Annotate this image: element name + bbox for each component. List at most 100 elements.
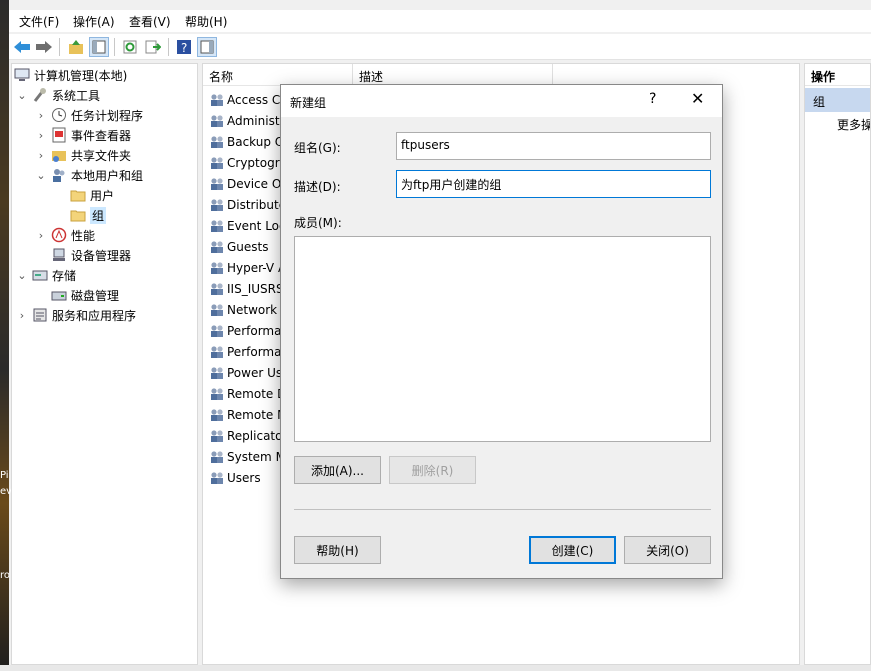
- tree-item-task-scheduler[interactable]: › 任务计划程序: [35, 105, 143, 125]
- help-icon[interactable]: ?: [174, 37, 194, 57]
- chevron-down-icon[interactable]: ⌄: [16, 269, 28, 282]
- desktop-background-strip: Pi ev ro: [0, 0, 12, 671]
- list-item[interactable]: Network: [209, 300, 277, 320]
- list-item[interactable]: Hyper-V A: [209, 258, 286, 278]
- tree-item-system-tools[interactable]: ⌄ 系统工具: [16, 85, 100, 105]
- chevron-right-icon[interactable]: ›: [35, 109, 47, 122]
- export-list-icon[interactable]: [143, 37, 163, 57]
- forward-arrow-icon[interactable]: [34, 37, 54, 57]
- chevron-down-icon[interactable]: ⌄: [35, 169, 47, 182]
- list-item[interactable]: Guests: [209, 237, 269, 257]
- members-list[interactable]: [294, 236, 711, 442]
- menu-file[interactable]: 文件(F): [19, 13, 59, 30]
- group-icon: [209, 428, 225, 444]
- create-button[interactable]: 创建(C): [529, 536, 616, 564]
- close-icon[interactable]: ✕: [691, 89, 704, 108]
- list-item-label: Remote D: [227, 387, 287, 401]
- list-item-label: Access Co: [227, 93, 288, 107]
- group-icon: [209, 365, 225, 381]
- tree-item-performance[interactable]: › 性能: [35, 225, 95, 245]
- remove-member-button[interactable]: 删除(R): [389, 456, 476, 484]
- group-icon: [209, 344, 225, 360]
- list-item[interactable]: IIS_IUSRS: [209, 279, 284, 299]
- tree-item-storage[interactable]: ⌄ 存储: [16, 265, 76, 285]
- group-icon: [209, 449, 225, 465]
- tree-item-computer-management[interactable]: 计算机管理(本地): [14, 65, 127, 85]
- dialog-divider: [294, 509, 711, 510]
- more-actions-link[interactable]: 更多操: [837, 116, 870, 133]
- column-header-description[interactable]: 描述: [353, 64, 553, 86]
- help-question-icon[interactable]: ?: [649, 91, 656, 107]
- group-icon: [209, 407, 225, 423]
- group-icon: [209, 470, 225, 486]
- list-item[interactable]: Remote M: [209, 405, 287, 425]
- tree-item-local-users-groups[interactable]: ⌄ 本地用户和组: [35, 165, 143, 185]
- list-item-label: Administr: [227, 114, 285, 128]
- list-item[interactable]: Cryptogra: [209, 153, 287, 173]
- tree-item-disk-management[interactable]: 磁盘管理: [51, 285, 119, 305]
- description-field[interactable]: 为ftp用户创建的组: [396, 170, 711, 198]
- menu-help[interactable]: 帮助(H): [185, 13, 227, 30]
- group-icon: [209, 386, 225, 402]
- group-name-field[interactable]: ftpusers: [396, 132, 711, 160]
- tree-item-device-manager[interactable]: 设备管理器: [51, 245, 131, 265]
- list-item[interactable]: Replicato: [209, 426, 282, 446]
- shared-folder-icon: [51, 147, 67, 163]
- list-item[interactable]: Distribute: [209, 195, 286, 215]
- navigation-tree: 计算机管理(本地) ⌄ 系统工具 › 任务计划程序 › 事件查看器 › 共享文件…: [11, 63, 198, 665]
- list-item[interactable]: Performa: [209, 321, 281, 341]
- list-item[interactable]: Access Co: [209, 90, 288, 110]
- list-item[interactable]: Backup O: [209, 132, 284, 152]
- folder-icon: [70, 187, 86, 203]
- list-item-label: Replicato: [227, 429, 283, 443]
- tree-item-groups[interactable]: 组: [70, 205, 107, 225]
- menu-view[interactable]: 查看(V): [129, 13, 171, 30]
- tree-item-shared-folders[interactable]: › 共享文件夹: [35, 145, 131, 165]
- back-arrow-icon[interactable]: [12, 37, 32, 57]
- chevron-down-icon[interactable]: ⌄: [16, 89, 28, 102]
- toolbar: ?: [9, 34, 871, 60]
- chevron-right-icon[interactable]: ›: [35, 149, 47, 162]
- list-item[interactable]: Remote D: [209, 384, 286, 404]
- menu-action[interactable]: 操作(A): [73, 13, 115, 30]
- list-item-label: Event Log: [227, 219, 287, 233]
- close-button[interactable]: 关闭(O): [624, 536, 711, 564]
- up-folder-icon[interactable]: [66, 37, 86, 57]
- column-header-name[interactable]: 名称: [203, 64, 353, 86]
- refresh-icon[interactable]: [120, 37, 140, 57]
- tree-item-services-apps[interactable]: › 服务和应用程序: [16, 305, 136, 325]
- tree-item-event-viewer[interactable]: › 事件查看器: [35, 125, 131, 145]
- show-hide-action-pane-icon[interactable]: [197, 37, 217, 57]
- group-icon: [209, 92, 225, 108]
- list-item[interactable]: Users: [209, 468, 261, 488]
- list-item-label: Performa: [227, 324, 282, 338]
- dialog-title: 新建组: [290, 96, 327, 110]
- desktop-fragment-text: ro: [0, 570, 11, 581]
- list-item[interactable]: Power Us: [209, 363, 282, 383]
- show-hide-tree-icon[interactable]: [89, 37, 109, 57]
- group-icon: [209, 239, 225, 255]
- disk-icon: [51, 287, 67, 303]
- list-item-label: Backup O: [227, 135, 285, 149]
- chevron-right-icon[interactable]: ›: [35, 229, 47, 242]
- actions-section-groups[interactable]: 组: [805, 88, 870, 112]
- dialog-title-bar: 新建组 ? ✕: [281, 85, 722, 117]
- group-icon: [209, 302, 225, 318]
- desktop-fragment-text: Pi: [0, 470, 9, 481]
- list-item[interactable]: Administr: [209, 111, 284, 131]
- list-item-label: Guests: [227, 240, 269, 254]
- list-item-label: Performa: [227, 345, 282, 359]
- chevron-right-icon[interactable]: ›: [16, 309, 28, 322]
- tree-item-users[interactable]: 用户: [70, 185, 114, 205]
- help-button[interactable]: 帮助(H): [294, 536, 381, 564]
- computer-management-icon: [14, 67, 30, 83]
- group-icon: [209, 134, 225, 150]
- list-item[interactable]: System M: [209, 447, 286, 467]
- list-item[interactable]: Device Ov: [209, 174, 288, 194]
- list-item[interactable]: Event Log: [209, 216, 287, 236]
- chevron-right-icon[interactable]: ›: [35, 129, 47, 142]
- list-item[interactable]: Performa: [209, 342, 281, 362]
- list-item-label: Hyper-V A: [227, 261, 287, 275]
- group-icon: [209, 260, 225, 276]
- add-member-button[interactable]: 添加(A)...: [294, 456, 381, 484]
